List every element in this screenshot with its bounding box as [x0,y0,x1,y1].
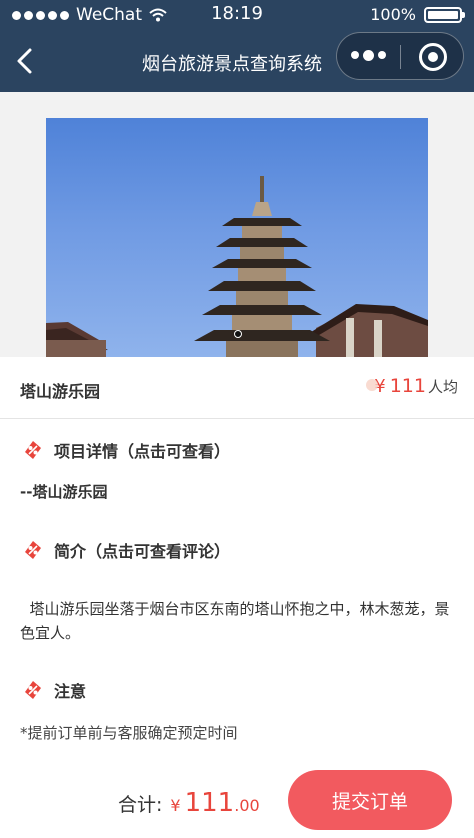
tag-icon [25,681,41,699]
back-arrow-icon[interactable] [12,46,40,76]
close-target-icon[interactable] [419,43,447,71]
section-notice-content: *提前订单前与客服确定预定时间 [20,724,238,742]
section-details-content: --塔山游乐园 [20,483,108,501]
section-intro-header[interactable]: 简介（点击可查看评论） [22,538,230,562]
banner-area [0,92,474,357]
price-unit: 人均 [427,378,458,396]
tag-icon [25,441,41,459]
battery-percentage: 100% [370,5,416,24]
section-intro-content: 塔山游乐园坐落于烟台市区东南的塔山怀抱之中，林木葱茏，景色宜人。 [20,600,450,642]
item-header: 塔山游乐园 ¥ 111 人均 [0,357,474,419]
item-price: ¥ 111 人均 [366,375,458,397]
total-decimal: .00 [234,796,260,815]
page-title: 烟台旅游景点查询系统 [142,54,322,75]
more-dots-icon[interactable] [351,50,386,61]
pagoda-photo [46,176,428,357]
price-amount: 111 [389,375,426,397]
carousel-indicator[interactable] [234,330,242,338]
banner-carousel[interactable] [46,118,428,357]
battery-icon [424,7,465,23]
total-amount: 111 [184,788,235,818]
total-currency: ¥ [170,796,181,815]
mini-program-capsule [336,32,464,80]
total-price: 合计: ¥ 111 .00 [118,788,260,818]
status-bar: WeChat 18:19 100% [0,0,474,30]
capsule-divider [400,45,401,69]
total-label: 合计: [118,794,163,816]
section-notice-header: 注意 [22,678,86,702]
section-title: 简介（点击可查看评论） [54,542,231,561]
section-details-header[interactable]: 项目详情（点击可查看） [22,438,230,462]
section-title: 项目详情（点击可查看） [54,442,231,461]
submit-order-button[interactable]: 提交订单 [288,770,452,830]
item-name: 塔山游乐园 [20,382,101,401]
tag-icon [25,541,41,559]
checkout-bar: 合计: ¥ 111 .00 提交订单 [0,760,474,838]
section-title: 注意 [54,682,87,701]
navigation-bar: 烟台旅游景点查询系统 [0,30,474,92]
